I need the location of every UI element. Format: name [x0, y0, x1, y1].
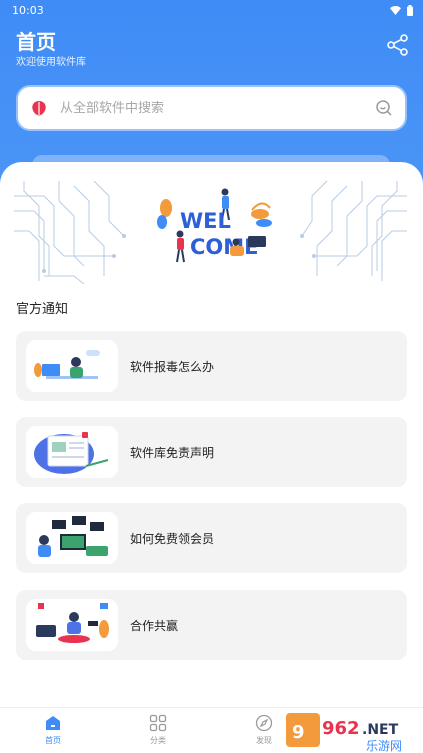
circuit-right-decoration [300, 180, 407, 281]
banner-text-wel: WEL [180, 209, 231, 233]
notice-item-virus[interactable]: 软件报毒怎么办 [16, 331, 407, 401]
notice-label: 合作共赢 [130, 618, 179, 633]
welcome-illustration: WEL COME [157, 188, 272, 263]
battery-icon [407, 4, 413, 16]
wifi-icon [390, 5, 401, 15]
document-illustration [34, 432, 109, 474]
status-time: 10:03 [12, 3, 44, 17]
notice-item-cooperation[interactable]: 合作共赢 [16, 590, 407, 660]
search-icon[interactable] [375, 99, 393, 117]
notice-thumbnail [26, 426, 118, 478]
share-icon[interactable] [387, 34, 409, 56]
status-icons [390, 4, 413, 16]
workstation-illustration [38, 516, 108, 557]
notice-thumbnail [26, 512, 118, 564]
home-icon [46, 716, 60, 730]
search-bar[interactable] [18, 87, 405, 129]
watermark-brand: 乐游网 [366, 739, 402, 753]
notice-label: 软件库免责声明 [130, 445, 215, 460]
watermark-number: 962 [322, 718, 360, 739]
nav-label-home: 首页 [45, 736, 61, 745]
circuit-left-decoration [14, 180, 126, 284]
meditation-illustration [36, 603, 109, 643]
svg-text:9: 9 [292, 722, 305, 743]
watermark-suffix: .NET [362, 722, 399, 738]
nav-label-discover: 发现 [256, 736, 272, 745]
nav-label-category: 分类 [150, 736, 166, 745]
notice-thumbnail [26, 599, 118, 651]
page-title: 首页 [16, 30, 56, 54]
search-input[interactable] [60, 100, 375, 116]
notice-label: 如何免费领会员 [130, 531, 215, 546]
person-laptop-illustration [34, 350, 100, 379]
notice-thumbnail [26, 340, 118, 392]
compass-icon [255, 714, 273, 732]
notices-section-title: 官方通知 [16, 302, 69, 317]
grid-icon [149, 714, 167, 732]
notice-label: 软件报毒怎么办 [130, 359, 215, 374]
site-watermark-logo: 9 962 .NET 乐游网 [286, 713, 402, 753]
page-subtitle: 欢迎使用软件库 [16, 57, 86, 68]
nav-tab-home[interactable]: 首页 [23, 714, 83, 746]
notice-item-vip[interactable]: 如何免费领会员 [16, 503, 407, 573]
welcome-banner: WEL COME [14, 180, 407, 284]
status-bar: 10:03 [0, 0, 423, 20]
notice-item-disclaimer[interactable]: 软件库免责声明 [16, 417, 407, 487]
app-logo-icon [32, 101, 46, 116]
nav-tab-category[interactable]: 分类 [128, 714, 188, 746]
